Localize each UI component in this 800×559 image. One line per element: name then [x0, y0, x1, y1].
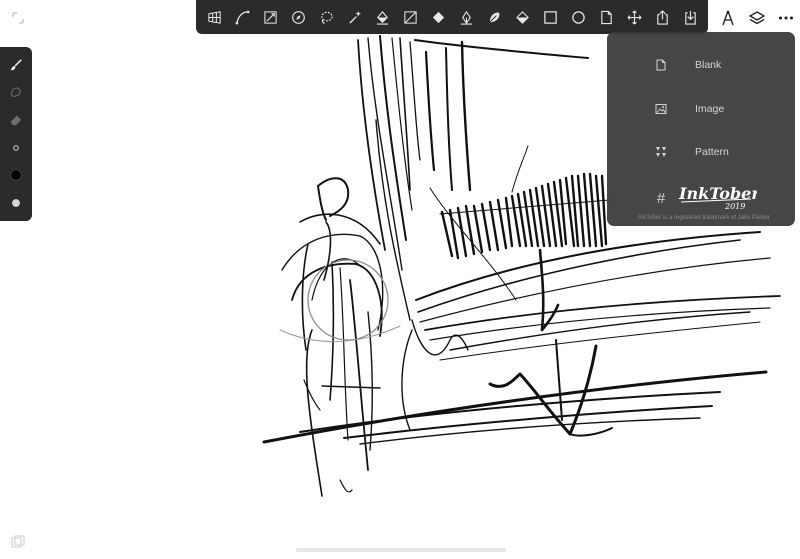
canvas-zoom-icon[interactable]	[10, 10, 26, 26]
smudge-icon[interactable]	[5, 81, 27, 103]
share-icon[interactable]	[651, 6, 673, 28]
move-icon[interactable]	[623, 6, 645, 28]
perspective-fill-icon[interactable]	[511, 6, 533, 28]
color-black-swatch[interactable]	[5, 164, 27, 186]
pattern-icon	[651, 142, 671, 162]
menu-item-label: Blank	[695, 59, 722, 71]
eraser-icon[interactable]	[5, 109, 27, 131]
perspective-grid-icon[interactable]	[203, 6, 225, 28]
menu-item-label: Pattern	[695, 146, 729, 158]
hash-icon: #	[656, 189, 666, 207]
brush-size-icon[interactable]	[5, 137, 27, 159]
more-icon[interactable]	[775, 7, 797, 29]
color-gray-swatch[interactable]	[5, 192, 27, 214]
menu-item-pattern[interactable]: Pattern	[607, 133, 795, 171]
left-toolbar	[0, 47, 32, 221]
magic-wand-icon[interactable]	[343, 6, 365, 28]
ellipse-shape-icon[interactable]	[567, 6, 589, 28]
fill-drop-icon[interactable]	[427, 6, 449, 28]
new-layer-menu: Blank Image Pattern # InkTober 2019 InkT…	[607, 32, 795, 226]
menu-item-inktober[interactable]: # InkTober 2019	[607, 178, 795, 218]
lasso-select-icon[interactable]	[315, 6, 337, 28]
blank-page-icon	[651, 55, 671, 75]
menu-item-image[interactable]: Image	[607, 90, 795, 128]
import-icon[interactable]	[679, 6, 701, 28]
home-indicator[interactable]	[296, 548, 506, 552]
compass-icon[interactable]	[287, 6, 309, 28]
inktober-caption: InkTober is a registered trademark of Ja…	[638, 215, 770, 221]
paint-bucket-icon[interactable]	[371, 6, 393, 28]
right-utility-bar	[714, 6, 800, 30]
brush-icon[interactable]	[5, 54, 27, 76]
menu-item-blank[interactable]: Blank	[607, 46, 795, 84]
document-icon[interactable]	[595, 6, 617, 28]
rectangle-shape-icon[interactable]	[539, 6, 561, 28]
top-toolbar	[196, 0, 708, 34]
layers-icon[interactable]	[746, 7, 768, 29]
menu-item-label: Image	[695, 103, 725, 115]
vector-pen-icon[interactable]	[455, 6, 477, 28]
gradient-square-icon[interactable]	[399, 6, 421, 28]
leaf-shape-icon[interactable]	[483, 6, 505, 28]
canvas-info-icon[interactable]	[10, 534, 26, 550]
image-icon	[651, 99, 671, 119]
curve-icon[interactable]	[231, 6, 253, 28]
inktober-logo: InkTober 2019	[678, 184, 757, 210]
transform-icon[interactable]	[259, 6, 281, 28]
ruler-compass-icon[interactable]	[717, 7, 739, 29]
inktober-logo-year: 2019	[724, 202, 745, 210]
